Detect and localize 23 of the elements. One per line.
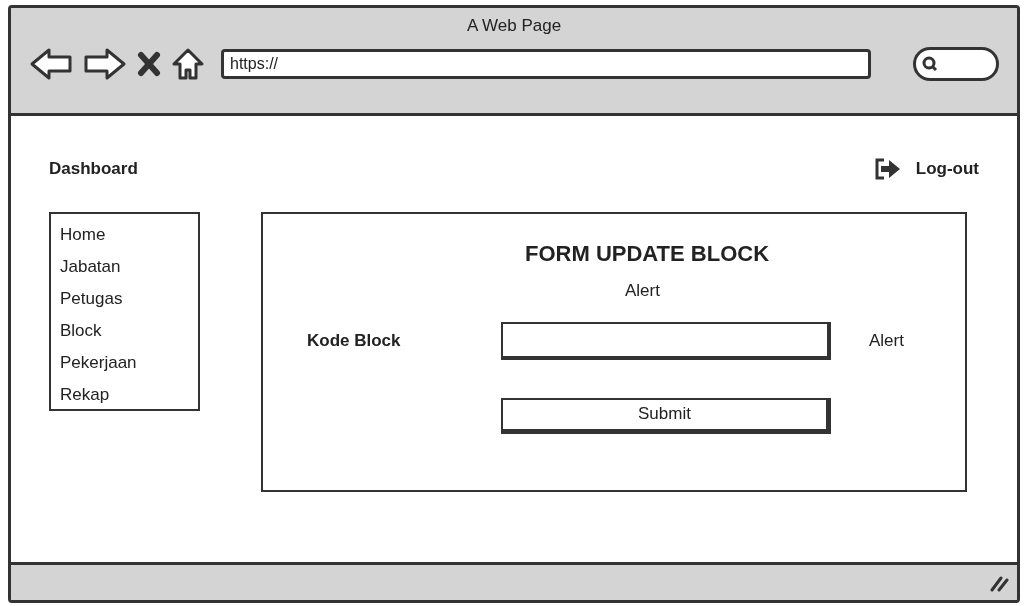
sidebar-item[interactable]: Pekerjaan [60, 347, 198, 379]
sidebar-item[interactable]: Block [60, 315, 198, 347]
kode-block-field[interactable] [501, 321, 831, 360]
logout-icon[interactable] [873, 157, 902, 181]
forward-icon[interactable] [83, 46, 127, 81]
field-label: Kode Block [307, 329, 402, 352]
field-alert-text: Alert [869, 329, 904, 352]
submit-button[interactable]: Submit [501, 397, 831, 434]
address-field[interactable]: https:// [221, 48, 871, 79]
sidebar-item[interactable]: Rekap [60, 379, 198, 411]
dashboard-title: Dashboard [49, 158, 138, 181]
alert-text: Alert [625, 280, 661, 302]
sidebar-item[interactable]: Petugas [60, 283, 198, 315]
window-title: A Web Page [466, 15, 562, 37]
close-icon[interactable] [137, 50, 161, 77]
search-icon [922, 55, 938, 72]
logout-link[interactable]: Log-out [915, 156, 979, 182]
sidebar-item[interactable]: Jabatan [60, 251, 198, 283]
home-icon[interactable] [171, 46, 205, 81]
form-title: FORM UPDATE BLOCK [525, 241, 771, 267]
sidebar-item[interactable]: Home [60, 219, 198, 251]
search-field[interactable] [913, 46, 999, 81]
back-icon[interactable] [29, 46, 73, 81]
